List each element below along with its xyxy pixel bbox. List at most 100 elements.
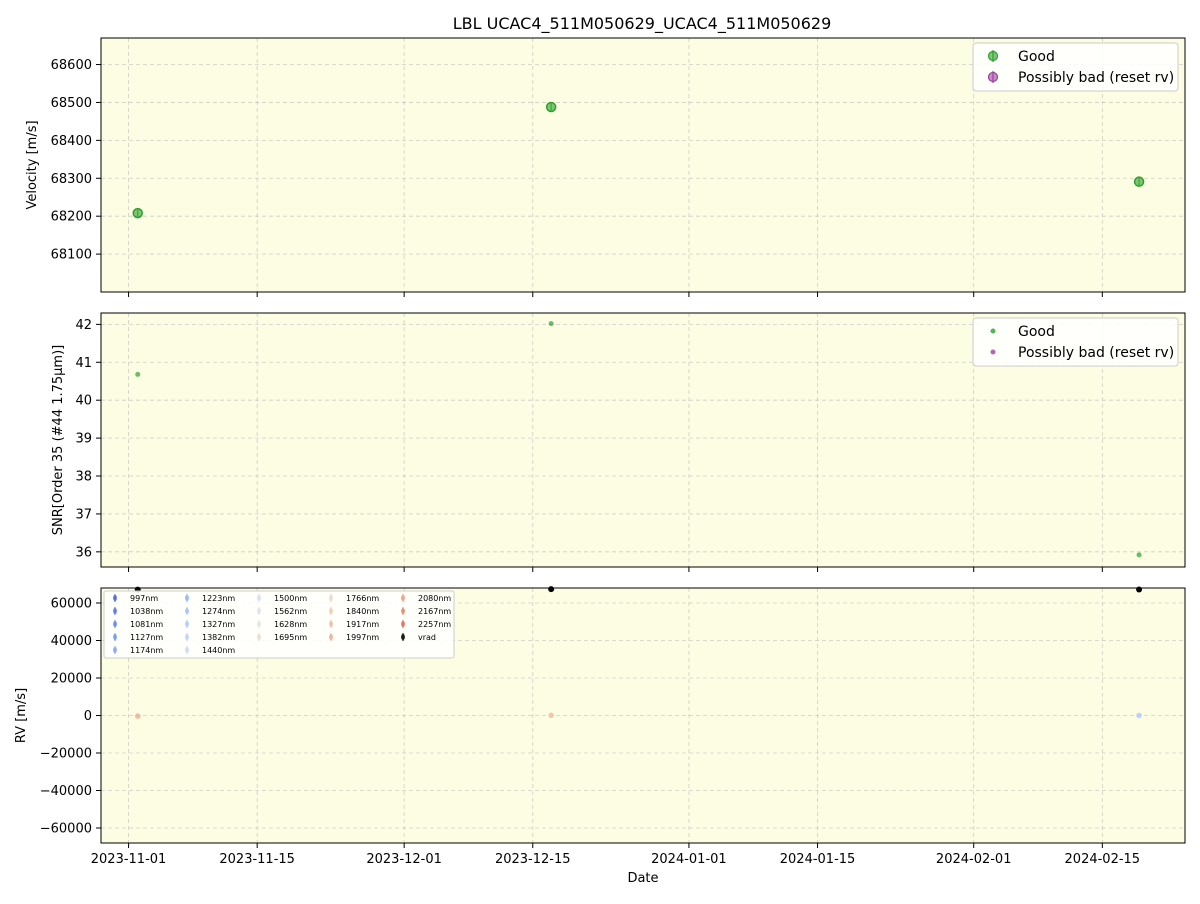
legend-marker xyxy=(257,621,261,627)
x-tick-label: 2023-11-01 xyxy=(91,852,167,867)
legend-marker xyxy=(257,634,261,640)
legend-marker xyxy=(185,608,189,614)
y-tick-label: 36 xyxy=(75,545,92,560)
x-tick-label: 2024-01-15 xyxy=(780,852,856,867)
y-tick-label: 68200 xyxy=(51,210,92,225)
legend-label: 1274nm xyxy=(202,607,235,616)
wavelength-point xyxy=(134,713,141,719)
legend-label: 1917nm xyxy=(346,620,379,629)
legend-marker xyxy=(185,621,189,627)
y-tick-label: 39 xyxy=(75,432,92,447)
panels: 68100 68200 68300 68400 68500 68600 Velocity [… xyxy=(14,37,1186,886)
legend-marker xyxy=(990,328,996,334)
x-tick-label: 2024-02-01 xyxy=(936,852,1012,867)
y-tick-label: 20000 xyxy=(51,672,92,687)
legend-label: 1840nm xyxy=(346,607,379,616)
y-tick-label: 42 xyxy=(75,318,92,333)
legend-marker xyxy=(329,634,333,640)
legend-marker xyxy=(113,634,117,640)
legend-label: Good xyxy=(1018,324,1055,340)
x-tick-label: 2024-01-01 xyxy=(651,852,727,867)
legend-label: 997nm xyxy=(130,594,158,603)
y-tick-label: 60000 xyxy=(51,597,92,612)
rv-panel: 2023-11-01 2023-11-15 2023-12-01 2023-12-15… xyxy=(14,586,1186,886)
legend-label: 2167nm xyxy=(418,607,451,616)
good-point xyxy=(548,321,554,327)
y-tick-label: 68100 xyxy=(51,248,92,263)
legend-label: 2080nm xyxy=(418,594,451,603)
legend-label: 1695nm xyxy=(274,633,307,642)
legend-label: 1997nm xyxy=(346,633,379,642)
legend-label: 1500nm xyxy=(274,594,307,603)
x-axis-label: Date xyxy=(627,871,658,886)
legend-marker xyxy=(987,71,999,83)
velocity-panel: 68100 68200 68300 68400 68500 68600 Velocity [… xyxy=(25,37,1186,297)
legend-label: Possibly bad (reset rv) xyxy=(1018,70,1174,86)
y-tick-label: 38 xyxy=(75,470,92,485)
legend-marker xyxy=(329,595,333,601)
y-tick-label: 0 xyxy=(84,709,92,724)
legend-label: 1628nm xyxy=(274,620,307,629)
y-tick-label: 68300 xyxy=(51,172,92,187)
y-tick-label: 40 xyxy=(75,394,92,409)
chart-svg: LBL UCAC4_511M050629_UCAC4_511M050629 68… xyxy=(14,14,1186,886)
figure: LBL UCAC4_511M050629_UCAC4_511M050629 68… xyxy=(0,0,1200,900)
y-tick-label: 68400 xyxy=(51,134,92,149)
legend-marker xyxy=(987,50,999,62)
legend-marker xyxy=(113,621,117,627)
good-point xyxy=(545,101,557,113)
y-axis-label: RV [m/s] xyxy=(14,688,29,743)
legend-label: Possibly bad (reset rv) xyxy=(1018,345,1174,361)
legend-label: 2257nm xyxy=(418,620,451,629)
wavelength-point xyxy=(548,712,554,719)
legend-marker xyxy=(185,634,189,640)
legend-label: 1081nm xyxy=(130,620,163,629)
legend-marker xyxy=(113,595,117,601)
legend-marker xyxy=(257,595,261,601)
x-tick-label: 2023-12-01 xyxy=(366,852,442,867)
legend-label: 1223nm xyxy=(202,594,235,603)
legend-marker xyxy=(185,595,189,601)
legend-marker xyxy=(401,608,405,614)
legend-marker xyxy=(113,647,117,653)
good-point xyxy=(135,371,141,377)
legend-marker xyxy=(329,608,333,614)
legend-marker xyxy=(401,634,405,640)
y-tick-label: 37 xyxy=(75,507,92,522)
legend-label: 1440nm xyxy=(202,646,235,655)
vrad-point xyxy=(1136,586,1143,593)
snr-panel: 36 37 38 39 40 41 42 SNR[Order 35 (#44 1.75μm)]… xyxy=(51,312,1186,572)
y-tick-label: 68600 xyxy=(51,58,92,73)
legend: 997nm 1038nm 1081nm 1127nm 1174nm 1223nm 1274n… xyxy=(103,590,455,659)
legend-label: 1038nm xyxy=(130,607,163,616)
y-tick-label: −20000 xyxy=(40,747,92,762)
legend-label: 1127nm xyxy=(130,633,163,642)
legend-marker xyxy=(257,608,261,614)
x-tick-label: 2024-02-15 xyxy=(1065,852,1141,867)
legend-marker xyxy=(185,647,189,653)
good-point xyxy=(132,207,143,219)
legend: Good Possibly bad (reset rv) xyxy=(972,317,1179,367)
legend-label: Good xyxy=(1018,49,1055,65)
legend-label: vrad xyxy=(418,633,436,642)
legend-marker xyxy=(401,595,405,601)
legend-marker xyxy=(113,608,117,614)
legend-marker xyxy=(329,621,333,627)
legend: Good Possibly bad (reset rv) xyxy=(972,42,1179,92)
x-tick-label: 2023-12-15 xyxy=(495,852,571,867)
legend-label: 1174nm xyxy=(130,646,163,655)
legend-label: 1562nm xyxy=(274,607,307,616)
vrad-point xyxy=(548,586,555,593)
legend-label: 1327nm xyxy=(202,620,235,629)
x-tick-label: 2023-11-15 xyxy=(219,852,295,867)
good-point xyxy=(1136,552,1142,558)
y-tick-label: 68500 xyxy=(51,96,92,111)
good-point xyxy=(1133,176,1145,187)
legend-marker xyxy=(401,621,405,627)
y-tick-label: 40000 xyxy=(51,634,92,649)
legend-label: 1766nm xyxy=(346,594,379,603)
legend-label: 1382nm xyxy=(202,633,235,642)
wavelength-point xyxy=(1136,712,1142,719)
y-axis-label: Velocity [m/s] xyxy=(25,120,40,209)
figure-title: LBL UCAC4_511M050629_UCAC4_511M050629 xyxy=(453,14,832,34)
